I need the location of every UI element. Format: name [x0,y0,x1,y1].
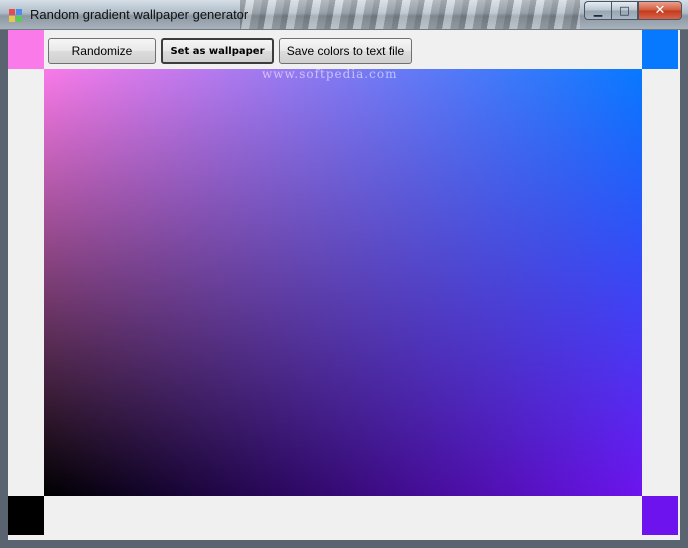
maximize-button[interactable]: □ [611,1,638,20]
minimize-icon: ▁ [593,4,603,17]
app-icon[interactable] [9,9,22,22]
client-area: Randomize Set as wallpaper Save colors t… [8,30,680,540]
gradient-preview: www.softpedia.com [44,69,642,496]
top-right-color-swatch[interactable] [642,30,678,69]
close-icon: ✕ [654,3,666,18]
save-colors-button[interactable]: Save colors to text file [279,38,412,64]
close-button[interactable]: ✕ [638,1,682,20]
bottom-right-color-swatch[interactable] [642,496,678,535]
bottom-left-color-swatch[interactable] [8,496,44,535]
gradient-canvas [44,69,642,496]
set-as-wallpaper-button[interactable]: Set as wallpaper [161,38,274,64]
watermark-text: www.softpedia.com [262,69,398,81]
title-bar[interactable]: Random gradient wallpaper generator ▁ □ … [0,0,688,30]
minimize-button[interactable]: ▁ [584,1,611,20]
window-controls: ▁ □ ✕ [584,1,682,20]
top-left-color-swatch[interactable] [8,30,44,69]
title-bar-decoration [240,0,580,29]
window-title: Random gradient wallpaper generator [30,7,249,22]
randomize-button[interactable]: Randomize [48,38,156,64]
maximize-icon: □ [619,4,630,17]
